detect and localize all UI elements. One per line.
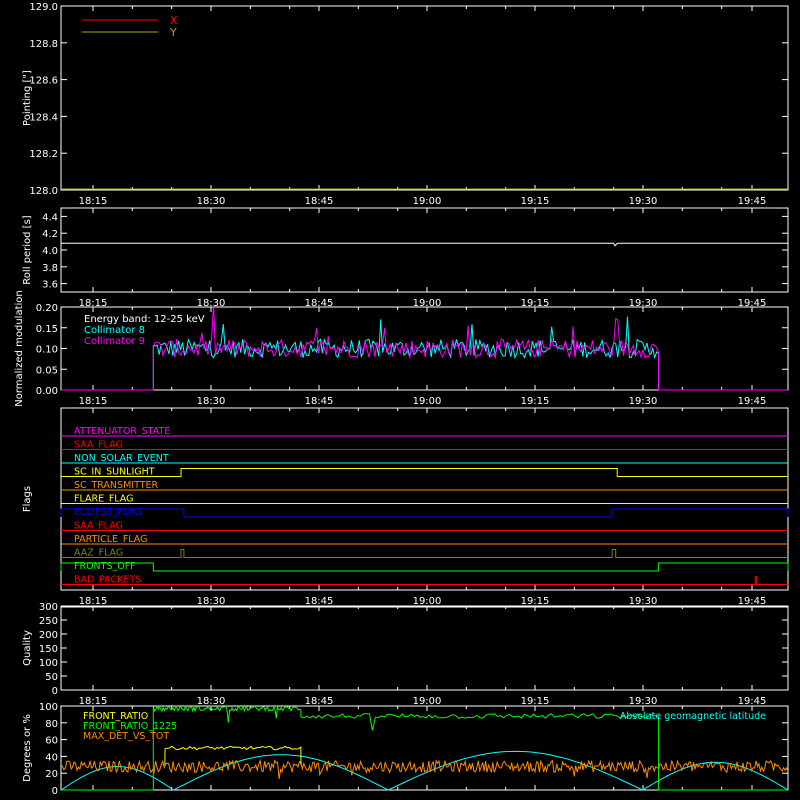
y-tick-label: 3.8 [42,263,58,274]
y-axis-label: Roll period [s] [22,215,33,284]
flag-label: NON_SOLAR_EVENT [74,453,169,464]
flag-line [61,468,788,477]
y-tick-label: 0.10 [36,345,58,356]
y-tick-label: 100 [39,702,58,713]
legend-label: Collimator 8 [84,325,145,336]
y-tick-label: 128.0 [29,186,58,197]
x-tick-label: 19:30 [629,596,658,607]
x-tick-label: 18:15 [79,196,108,207]
flag-label: FRONTS_OFF [74,561,136,572]
energy-band-annotation: Energy band: 12-25 keV [84,314,205,325]
x-tick-label: 19:00 [413,696,442,707]
y-tick-label: 60 [45,736,58,747]
x-tick-label: 18:15 [79,596,108,607]
x-tick-label: 19:45 [738,696,767,707]
x-tick-label: 19:00 [413,596,442,607]
flag-label: BAD_PACKETS [74,575,141,586]
roll-period-line [61,242,788,247]
x-tick-label: 19:45 [738,196,767,207]
y-tick-label: 128.4 [29,112,58,123]
x-tick-label: 18:45 [305,696,334,707]
y-axis-label: Flags [22,486,33,512]
flag-line [60,562,789,572]
y-tick-label: 20 [45,769,58,780]
y-tick-label: 0.20 [36,303,58,314]
y-axis-label: Quality [22,630,33,666]
x-tick-label: 18:45 [305,596,334,607]
y-tick-label: 0 [52,686,58,697]
flag-label: PARTICLE_FLAG [74,534,147,545]
legend-label: Collimator 9 [84,336,145,347]
flag-label: ATTENUATOR_STATE [74,426,170,437]
x-tick-label: 18:30 [197,396,226,407]
x-tick-label: 18:15 [79,396,108,407]
x-tick-label: 19:30 [629,696,658,707]
flag-label: SC_TRANSMITTER [74,480,159,491]
x-tick-label: 18:30 [197,196,226,207]
y-tick-label: 3.6 [42,280,58,291]
x-tick-label: 19:15 [521,696,550,707]
y-tick-label: 128.6 [29,76,58,87]
x-tick-label: 19:15 [521,596,550,607]
flag-line [61,549,788,558]
x-tick-label: 19:45 [738,396,767,407]
legend-label: Y [169,26,177,39]
y-tick-label: 0.00 [36,386,58,397]
y-tick-label: 80 [45,719,58,730]
x-tick-label: 19:00 [413,396,442,407]
y-tick-label: 0 [52,786,58,797]
y-axis-label: Degrees or % [22,714,33,782]
flag-label: FLARE_FLAG [74,494,134,505]
y-tick-label: 0.05 [36,365,58,376]
y-tick-label: 100 [39,658,58,669]
flag-label: ECLIPSE_FLAG [74,507,142,518]
y-tick-label: 50 [45,672,58,683]
x-tick-label: 19:45 [738,596,767,607]
y-tick-label: 128.2 [29,149,58,160]
x-tick-label: 19:30 [629,396,658,407]
x-tick-label: 19:00 [413,196,442,207]
max-det-vs-tot-line [60,758,789,779]
flag-label: SAA_FLAG [74,521,123,532]
y-axis-label: Normalized modulation [14,290,25,407]
panel-frame-1 [60,207,789,293]
y-tick-label: 4.0 [42,246,58,257]
y-tick-label: 4.2 [42,229,58,240]
flag-label: AAZ_FLAG [74,548,123,559]
x-tick-label: 19:15 [521,196,550,207]
y-tick-label: 4.4 [42,212,58,223]
flag-label: SAA_FLAG [74,440,123,451]
y-tick-label: 250 [39,616,58,627]
x-tick-label: 18:30 [197,696,226,707]
x-tick-label: 19:30 [629,196,658,207]
x-tick-label: 18:45 [305,196,334,207]
y-tick-label: 300 [39,602,58,613]
x-tick-label: 18:15 [79,696,108,707]
x-tick-label: 19:15 [521,396,550,407]
legend-label: Absolute geomagnetic latitude [620,711,766,722]
panel-frame-4 [60,605,789,691]
figure: 18:15 18:30 18:45 19:00 19:15 19:30 19:45Point… [14,2,789,797]
y-tick-label: 0.15 [36,324,58,335]
x-tick-label: 18:30 [197,596,226,607]
flag-line [60,508,789,518]
y-tick-label: 128.8 [29,39,58,50]
y-tick-label: 40 [45,752,58,763]
legend-label: MAX_DET_VS_TOT [83,731,169,742]
y-tick-label: 200 [39,630,58,641]
flag-label: SC_IN_SUNLIGHT [74,467,155,478]
y-tick-label: 150 [39,644,58,655]
x-tick-label: 18:45 [305,396,334,407]
flag-line [61,576,788,585]
y-tick-label: 129.0 [29,2,58,13]
